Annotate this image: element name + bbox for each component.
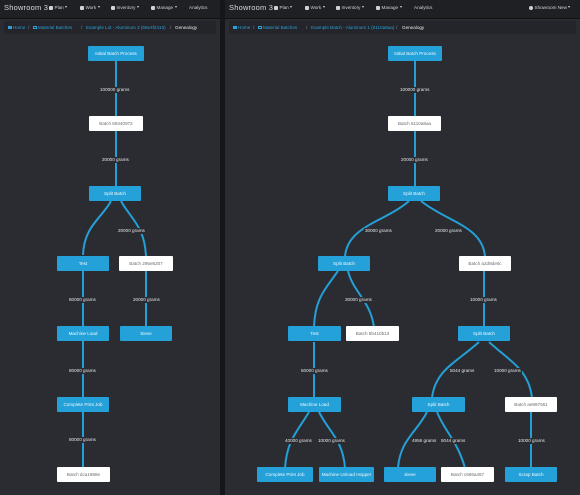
node-batch[interactable]: Batch c666a467 xyxy=(441,467,494,482)
edge-label: 50000 grams xyxy=(300,368,329,374)
left-window: Showroom 3 Plan Work Inventory Manage An… xyxy=(0,0,220,495)
node-machine-load[interactable]: Machine Load xyxy=(288,397,341,412)
edge-line xyxy=(82,200,112,256)
edge-label: 30000 grams xyxy=(344,297,373,303)
edge-label: 100000 grams xyxy=(99,87,131,93)
node-split-batch[interactable]: Split Batch xyxy=(458,326,510,341)
edge-label: 20000 grams xyxy=(434,228,463,234)
node-sieve[interactable]: Sieve xyxy=(384,467,436,482)
node-initial-batch-process[interactable]: Initial Batch Process xyxy=(388,46,442,61)
node-initial-batch-process[interactable]: Initial Batch Process xyxy=(88,46,144,61)
edge-label: 80000 grams xyxy=(68,437,97,443)
node-batch[interactable]: Batch 69440972 xyxy=(89,116,143,131)
node-batch[interactable]: Batch 5b410b13 xyxy=(346,326,399,341)
edge-label: 5044 grams xyxy=(449,368,476,374)
edge-label: 20000 grams xyxy=(132,297,161,303)
edge-label: 20000 grams xyxy=(101,157,130,163)
node-complete-print-job[interactable]: Complete Print Job xyxy=(57,397,109,412)
edge-label: 5044 grams xyxy=(440,438,467,444)
edge-label: 10000 grams xyxy=(493,368,522,374)
node-test[interactable]: Test xyxy=(288,326,341,341)
edge-label: 80000 grams xyxy=(68,368,97,374)
edge-label: 30000 grams xyxy=(364,228,393,234)
node-batch[interactable]: Batch dca1898e xyxy=(57,467,110,482)
node-machine-load[interactable]: Machine Load xyxy=(57,326,109,341)
genealogy-edges xyxy=(284,61,533,469)
right-window: Showroom 3 Plan Work Inventory Manage An… xyxy=(225,0,580,495)
edge-label: 100000 grams xyxy=(399,87,431,93)
node-split-batch[interactable]: Split Batch xyxy=(412,397,465,412)
node-batch[interactable]: Batch a2d9de0c xyxy=(459,256,511,271)
node-machine-unload-hopper[interactable]: Machine Unload Hopper xyxy=(319,467,374,482)
edge-label: 80000 grams xyxy=(68,297,97,303)
node-scrap-batch[interactable]: Scrap Batch xyxy=(505,467,557,482)
edge-label: 4956 grams xyxy=(411,438,438,444)
node-batch[interactable]: Batch 295e5207 xyxy=(119,256,173,271)
node-batch[interactable]: Batch 6110a8aa xyxy=(388,116,441,131)
edge-label: 10000 grams xyxy=(517,438,546,444)
edge-label: 20000 grams xyxy=(400,157,429,163)
edge-label: 20000 grams xyxy=(117,228,146,234)
genealogy-edges xyxy=(82,61,147,468)
edge-line xyxy=(313,270,339,328)
edge-label: 40000 grams xyxy=(284,438,313,444)
node-split-batch[interactable]: Split Batch xyxy=(388,186,440,201)
node-test[interactable]: Test xyxy=(57,256,109,271)
node-sieve[interactable]: Sieve xyxy=(120,326,172,341)
node-split-batch[interactable]: Split Batch xyxy=(89,186,141,201)
edge-label: 10000 grams xyxy=(317,438,346,444)
node-complete-print-job[interactable]: Complete Print Job xyxy=(257,467,313,482)
node-split-batch[interactable]: Split Batch xyxy=(318,256,370,271)
edge-label: 10000 grams xyxy=(469,297,498,303)
node-batch[interactable]: Batch ae997551 xyxy=(505,397,557,412)
